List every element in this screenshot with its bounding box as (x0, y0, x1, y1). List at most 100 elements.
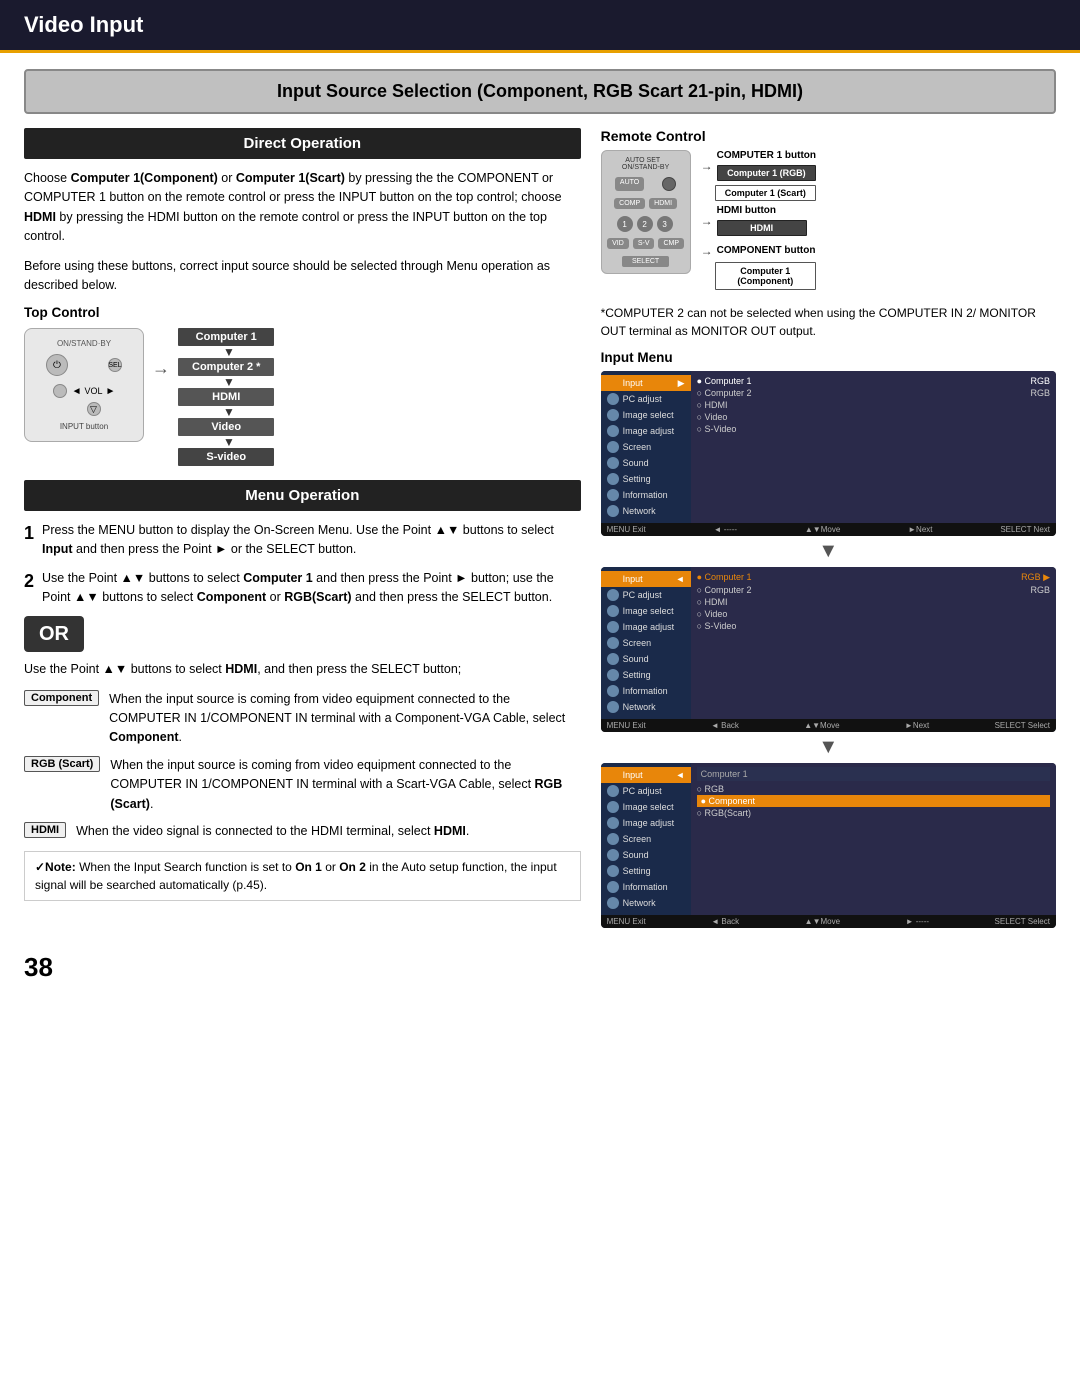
ms-opt-computer1: ● Computer 1RGB (697, 375, 1050, 387)
component-desc: When the input source is coming from vid… (109, 690, 580, 748)
img-adj-icon-2 (607, 621, 619, 633)
rgb-scart-desc: When the input source is coming from vid… (110, 756, 580, 814)
ms2-hdmi: ○ HDMI (697, 596, 1050, 608)
step1-number: 1 (24, 521, 34, 546)
input-menu-title: Input Menu (601, 350, 1056, 365)
flow-sequence: Computer 1 ▼ Computer 2 * ▼ HDMI ▼ Video… (178, 328, 274, 466)
computer1-rgb-label: Computer 1 (RGB) (717, 165, 816, 181)
menu3-imageadjust: Image adjust (601, 815, 691, 831)
hdmi-label: HDMI (717, 220, 807, 236)
ms3-opt-rgb: ○ RGB (697, 783, 1050, 795)
auto-set-icon: AUTO (615, 177, 644, 191)
computer-note: *COMPUTER 2 can not be selected when usi… (601, 304, 1056, 340)
top-control-diagram: ON/STAND·BY ⏻ SEL ◄ VOL ► (24, 328, 144, 442)
hdmi-btn-icon: HDMI (649, 198, 677, 209)
menu3-title: Computer 1 (701, 769, 748, 779)
down-button-icon: ▽ (87, 402, 101, 416)
menu2-sound: Sound (601, 651, 691, 667)
ms-opt-hdmi: ○ HDMI (697, 399, 1050, 411)
main-title: Input Source Selection (Component, RGB S… (24, 69, 1056, 114)
sound-icon-3 (607, 849, 619, 861)
step2-text: Use the Point ▲▼ buttons to select Compu… (24, 569, 581, 607)
image-adjust-icon (607, 425, 619, 437)
flow-svideo: S-video (178, 448, 274, 466)
setting-icon-2 (607, 669, 619, 681)
menu2-network: Network (601, 699, 691, 715)
or-box: OR (24, 616, 84, 652)
select-remote-icon: SELECT (622, 256, 669, 267)
comp2-btn-icon: CMP (658, 238, 684, 249)
menu3-screen: Screen (601, 831, 691, 847)
down-arrow-2: ▼ (601, 736, 1056, 759)
note-box: ✓Note: When the Input Search function is… (24, 851, 581, 901)
pc-adj-icon-2 (607, 589, 619, 601)
power-remote-icon (662, 177, 676, 191)
hdmi-button-callout: HDMI button (717, 205, 807, 216)
network-icon-2 (607, 701, 619, 713)
menu3-imageselect: Image select (601, 799, 691, 815)
menu-item-network: Network (601, 503, 691, 519)
menu-screenshot-2: Input ◄ PC adjust Image select (601, 567, 1056, 732)
top-control-area: ON/STAND·BY ⏻ SEL ◄ VOL ► (24, 328, 581, 466)
menu3-input-active: Input ◄ (601, 767, 691, 783)
ms2-video: ○ Video (697, 608, 1050, 620)
menu2-pcadjust: PC adjust (601, 587, 691, 603)
info-icon-2 (607, 685, 619, 697)
computer1-scart-label: Computer 1 (Scart) (715, 185, 816, 201)
screen-icon (607, 441, 619, 453)
menu-screenshot-3: Input ◄ PC adjust Image select (601, 763, 1056, 928)
flow-computer1: Computer 1 (178, 328, 274, 346)
remote-control-area: AUTO SET ON/STAND-BY AUTO COMP HDMI 1 2 … (601, 150, 1056, 290)
menu-item-sound: Sound (601, 455, 691, 471)
direct-operation-header: Direct Operation (24, 128, 581, 159)
component-remote-label: Computer 1(Component) (715, 262, 816, 290)
menu-item-screen: Screen (601, 439, 691, 455)
menu1-footer: MENU Exit ◄ ----- ▲▼Move ►Next SELECT Ne… (601, 523, 1056, 536)
video-btn-icon: VID (607, 238, 629, 249)
image-select-icon (607, 409, 619, 421)
top-control-title: Top Control (24, 305, 581, 320)
flow-hdmi: HDMI (178, 388, 274, 406)
img-adj-icon-3 (607, 817, 619, 829)
menu-item-pcadjust: PC adjust (601, 391, 691, 407)
information-icon (607, 489, 619, 501)
menu-screenshot-1: Input ▶ PC adjust Image select (601, 371, 1056, 536)
hdmi-key-label: HDMI (24, 822, 66, 838)
select-button-icon: SEL (108, 358, 122, 372)
pc-adjust-icon (607, 393, 619, 405)
power-button-icon: ⏻ (46, 354, 68, 376)
ms2-computer1: ● Computer 1 (697, 571, 752, 584)
menu-item-imageselect: Image select (601, 407, 691, 423)
menu2-imageselect: Image select (601, 603, 691, 619)
component-key-label: Component (24, 690, 99, 706)
rgb-scart-key-label: RGB (Scart) (24, 756, 100, 772)
setting-icon (607, 473, 619, 485)
network-icon (607, 505, 619, 517)
ms-opt-computer2: ○ Computer 2RGB (697, 387, 1050, 399)
ms3-opt-rgbscart: ○ RGB(Scart) (697, 807, 1050, 819)
ms-opt-svideo: ○ S-Video (697, 423, 1050, 435)
menu-item-setting: Setting (601, 471, 691, 487)
menu3-network: Network (601, 895, 691, 911)
input-button-icon (53, 384, 67, 398)
menu2-screen: Screen (601, 635, 691, 651)
flow-computer2: Computer 2 * (178, 358, 274, 376)
menu2-imageadjust: Image adjust (601, 619, 691, 635)
computer-btn-icon: COMP (614, 198, 645, 209)
menu3-setting: Setting (601, 863, 691, 879)
step1-block: 1 Press the MENU button to display the O… (24, 521, 581, 559)
menu3-sound: Sound (601, 847, 691, 863)
network-icon-3 (607, 897, 619, 909)
menu2-setting: Setting (601, 667, 691, 683)
menu3-information: Information (601, 879, 691, 895)
page-header: Video Input (0, 0, 1080, 53)
setting-icon-3 (607, 865, 619, 877)
step2-block: 2 Use the Point ▲▼ buttons to select Com… (24, 569, 581, 607)
menu2-footer: MENU Exit ◄ Back ▲▼Move ►Next SELECT Sel… (601, 719, 1056, 732)
screen-icon-2 (607, 637, 619, 649)
direct-operation-body2: Before using these buttons, correct inpu… (24, 257, 581, 296)
page-number: 38 (24, 952, 1056, 983)
ms2-svideo: ○ S-Video (697, 620, 1050, 632)
component-button-callout: COMPONENT button (717, 245, 816, 256)
down-arrow-1: ▼ (601, 540, 1056, 563)
